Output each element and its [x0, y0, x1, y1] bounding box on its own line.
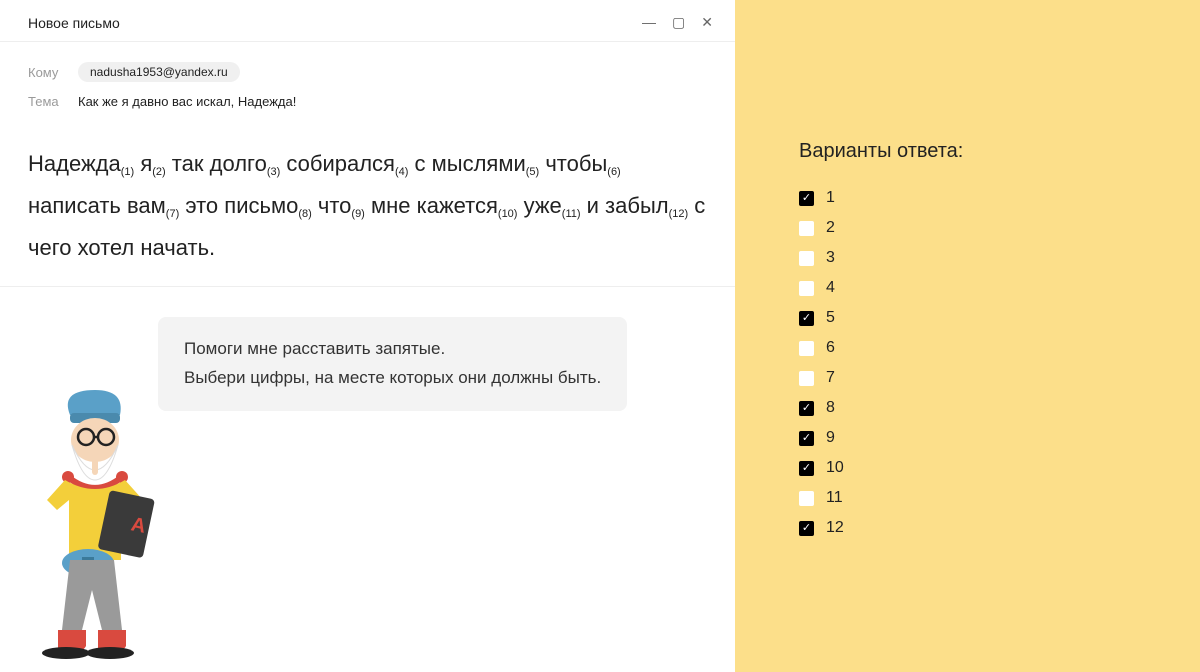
answer-option[interactable]: 9: [799, 429, 1200, 447]
answer-option[interactable]: 12: [799, 519, 1200, 537]
email-body: Надежда(1) я(2) так долго(3) собирался(4…: [0, 121, 735, 287]
email-fields: Кому nadusha1953@yandex.ru Тема Как же я…: [0, 42, 735, 121]
answer-option[interactable]: 8: [799, 399, 1200, 417]
answers-title: Варианты ответа:: [799, 140, 1200, 163]
recipient-chip[interactable]: nadusha1953@yandex.ru: [78, 62, 240, 82]
position-marker: (3): [267, 166, 280, 178]
position-marker: (11): [562, 208, 581, 220]
email-compose-pane: Новое письмо — ▢ ✕ Кому nadusha1953@yand…: [0, 0, 735, 672]
character-illustration: A: [10, 385, 180, 670]
sentence-fragment: Надежда: [28, 151, 121, 176]
answer-label: 12: [826, 519, 844, 537]
checkbox[interactable]: [799, 221, 814, 236]
answer-option[interactable]: 3: [799, 249, 1200, 267]
answer-label: 5: [826, 309, 835, 327]
answer-option[interactable]: 6: [799, 339, 1200, 357]
position-marker: (8): [298, 208, 311, 220]
position-marker: (1): [121, 166, 134, 178]
checkbox[interactable]: [799, 281, 814, 296]
position-marker: (5): [526, 166, 539, 178]
answer-option[interactable]: 4: [799, 279, 1200, 297]
speech-bubble: Помоги мне расставить запятые. Выбери ци…: [158, 317, 627, 411]
checkbox[interactable]: [799, 521, 814, 536]
answer-label: 1: [826, 189, 835, 207]
answer-option[interactable]: 1: [799, 189, 1200, 207]
position-marker: (7): [166, 208, 179, 220]
answer-label: 6: [826, 339, 835, 357]
hint-line-2: Выбери цифры, на месте которых они должн…: [184, 364, 601, 393]
answer-option[interactable]: 5: [799, 309, 1200, 327]
subject-text[interactable]: Как же я давно вас искал, Надежда!: [78, 94, 296, 109]
sentence-fragment: написать вам: [28, 193, 166, 218]
checkbox[interactable]: [799, 341, 814, 356]
checkbox[interactable]: [799, 191, 814, 206]
email-window-header: Новое письмо — ▢ ✕: [0, 0, 735, 42]
answer-option[interactable]: 11: [799, 489, 1200, 507]
answer-label: 8: [826, 399, 835, 417]
answers-pane: Варианты ответа: 123456789101112: [735, 0, 1200, 672]
position-marker: (10): [498, 208, 518, 220]
sentence-fragment: с мыслями: [408, 151, 525, 176]
sentence-fragment: это письмо: [179, 193, 298, 218]
checkbox[interactable]: [799, 491, 814, 506]
subject-row: Тема Как же я давно вас искал, Надежда!: [28, 88, 707, 115]
answer-label: 4: [826, 279, 835, 297]
position-marker: (12): [669, 208, 689, 220]
answer-option[interactable]: 10: [799, 459, 1200, 477]
answer-label: 11: [826, 489, 843, 507]
sentence-fragment: так долго: [166, 151, 267, 176]
hint-area: Помоги мне расставить запятые. Выбери ци…: [0, 287, 735, 647]
answer-label: 2: [826, 219, 835, 237]
answer-label: 3: [826, 249, 835, 267]
sentence-fragment: чтобы: [539, 151, 607, 176]
checkbox[interactable]: [799, 311, 814, 326]
hint-line-1: Помоги мне расставить запятые.: [184, 335, 601, 364]
sentence-fragment: и забыл: [581, 193, 669, 218]
window-controls: — ▢ ✕: [642, 14, 713, 31]
answer-option[interactable]: 2: [799, 219, 1200, 237]
answer-label: 9: [826, 429, 835, 447]
sentence-fragment: мне кажется: [365, 193, 498, 218]
sentence-fragment: я: [134, 151, 152, 176]
sentence-fragment: уже: [517, 193, 561, 218]
checkbox[interactable]: [799, 461, 814, 476]
answer-option[interactable]: 7: [799, 369, 1200, 387]
maximize-icon[interactable]: ▢: [672, 14, 685, 31]
to-row: Кому nadusha1953@yandex.ru: [28, 56, 707, 88]
position-marker: (6): [607, 166, 620, 178]
sentence-fragment: что: [312, 193, 352, 218]
answer-list: 123456789101112: [799, 189, 1200, 537]
answer-label: 10: [826, 459, 844, 477]
sentence-fragment: собирался: [280, 151, 395, 176]
subject-label: Тема: [28, 94, 64, 109]
checkbox[interactable]: [799, 431, 814, 446]
minimize-icon[interactable]: —: [642, 14, 656, 31]
window-title: Новое письмо: [28, 15, 120, 31]
checkbox[interactable]: [799, 251, 814, 266]
position-marker: (9): [351, 208, 364, 220]
checkbox[interactable]: [799, 401, 814, 416]
to-label: Кому: [28, 65, 64, 80]
close-icon[interactable]: ✕: [701, 14, 713, 31]
position-marker: (2): [152, 166, 165, 178]
position-marker: (4): [395, 166, 408, 178]
answer-label: 7: [826, 369, 835, 387]
checkbox[interactable]: [799, 371, 814, 386]
